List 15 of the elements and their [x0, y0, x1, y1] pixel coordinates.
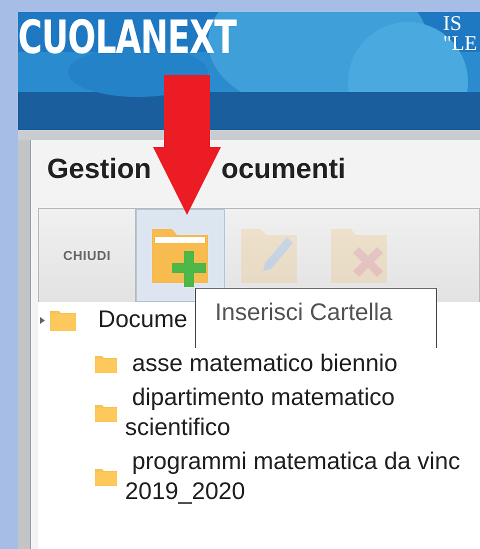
expand-caret-icon[interactable]	[40, 316, 45, 324]
add-folder-button[interactable]	[136, 209, 225, 302]
school-name: IS	[443, 13, 463, 33]
folder-icon	[95, 468, 117, 486]
tooltip: Inserisci Cartella	[195, 288, 437, 348]
school-name: "LE	[443, 33, 478, 53]
folder-icon	[50, 309, 76, 331]
tree-item[interactable]: Docume	[98, 302, 188, 338]
folder-icon	[95, 355, 117, 373]
folder-icon	[95, 404, 117, 422]
window-title: Gestion	[47, 154, 152, 185]
tree-item[interactable]: programmi matematica da vinc 2019_2020	[125, 447, 460, 507]
window-title: ocumenti	[221, 154, 346, 185]
tree-item[interactable]: asse matematico biennio	[125, 349, 398, 379]
logo-text: CUOLANEXT	[18, 14, 236, 60]
